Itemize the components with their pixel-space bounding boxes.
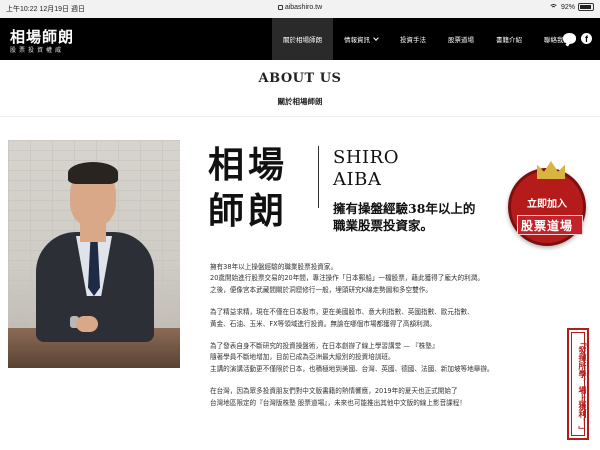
paragraph-line: 為了精益求精，現在不僅在日本股市，更在美國股市、意大利指數、英國指數、歐元指數、 bbox=[210, 308, 474, 317]
battery-percent: 92% bbox=[560, 3, 575, 11]
crown-icon bbox=[537, 161, 565, 179]
chevron-down-icon bbox=[373, 34, 379, 41]
line-icon[interactable] bbox=[563, 33, 576, 44]
english-name: SHIRO AIBA bbox=[333, 147, 399, 191]
nav-label-books: 書籍介紹 bbox=[496, 36, 522, 44]
paragraph-line: 黃金、石油、玉米、FX等領域進行投資。無論在哪個市場都獲得了高額利潤。 bbox=[210, 319, 436, 328]
site-header: 相場師朗 股票投資權威 關於相場師朗 情報資訊 投資手法 股票道場 書籍介紹 聯… bbox=[0, 18, 600, 60]
section-divider bbox=[0, 116, 600, 117]
nav-label-dojo: 股票道場 bbox=[448, 36, 474, 44]
paragraph-line: 在台灣，因為眾多投資朋友們對中文版書籍的熱情響應，2019年的夏天也正式開始了 bbox=[210, 387, 458, 396]
japanese-name: 相場 師朗 bbox=[208, 142, 308, 234]
lock-icon bbox=[277, 5, 283, 10]
slogan-banner: 「發揮所學，場上獲利！」 bbox=[567, 328, 589, 440]
nav-item-info[interactable]: 情報資訊 bbox=[333, 18, 389, 60]
status-right: 92% bbox=[548, 3, 594, 11]
paragraph-2: 為了精益求精，現在不僅在日本股市，更在美國股市、意大利指數、英國指數、歐元指數、… bbox=[210, 307, 540, 330]
tagline: 擁有操盤經驗38年以上的 職業股票投資家。 bbox=[333, 200, 475, 234]
site-logo-subtitle: 股票投資權威 bbox=[10, 47, 65, 54]
nav-item-method[interactable]: 投資手法 bbox=[389, 18, 437, 60]
nav-item-books[interactable]: 書籍介紹 bbox=[485, 18, 533, 60]
paragraph-line: 擁有38年以上操盤經驗的職業股票投資家。 bbox=[210, 263, 338, 271]
battery-icon bbox=[578, 3, 594, 11]
paragraph-3: 為了發表自身不斷研究的投資操盤術，在日本創辦了線上學習講堂 — 『株塾』 隨著學… bbox=[210, 341, 540, 375]
paragraph-1: 擁有38年以上操盤經驗的職業股票投資家。 20歲開始進行股票交易的20年間，專注… bbox=[210, 262, 540, 296]
tagline-line2: 職業股票投資家。 bbox=[333, 218, 434, 233]
about-subtitle: 關於相場師朗 bbox=[277, 97, 323, 106]
paragraph-line: 20歲開始進行股票交易的20年間，專注操作「日本郵船」一檔股票，藉此獲得了龐大的… bbox=[210, 274, 484, 283]
en-name-line1: SHIRO bbox=[333, 147, 399, 168]
nav-item-about[interactable]: 關於相場師朗 bbox=[272, 18, 333, 60]
address-bar[interactable]: aibashiro.tw bbox=[0, 4, 600, 11]
badge-line2: 股票道場 bbox=[520, 219, 573, 233]
paragraph-line: 為了發表自身不斷研究的投資操盤術，在日本創辦了線上學習講堂 — 『株塾』 bbox=[210, 342, 439, 351]
about-title: ABOUT US bbox=[258, 71, 342, 86]
nav-label-info: 情報資訊 bbox=[344, 36, 370, 44]
nav-label-about: 關於相場師朗 bbox=[283, 36, 322, 44]
jp-name-line1: 相場 bbox=[208, 144, 289, 186]
slogan-text: 「發揮所學，場上獲利！」 bbox=[578, 338, 588, 434]
facebook-icon[interactable]: f bbox=[581, 33, 592, 44]
portrait-photo bbox=[8, 140, 180, 368]
paragraph-line: 隨著學員不斷地增加，目前已成為亞洲最大級別的投資培訓班。 bbox=[210, 353, 395, 362]
nav-label-method: 投資手法 bbox=[400, 36, 426, 44]
jp-name-line2: 師朗 bbox=[208, 190, 289, 232]
tagline-line1: 擁有操盤經驗38年以上的 bbox=[333, 201, 476, 216]
social-links: f bbox=[563, 33, 592, 44]
paragraph-4: 在台灣，因為眾多投資朋友們對中文版書籍的熱情響應，2019年的夏天也正式開始了 … bbox=[210, 386, 540, 409]
paragraph-line: 台灣地區限定的『台灣版株塾 股票道場』，未來也可能推出其他中文版的線上影音課程！ bbox=[210, 398, 466, 407]
join-dojo-badge[interactable]: 立即加入 股票道場 bbox=[508, 161, 586, 246]
paragraph-line: 主講的演講活動更不僅限於日本，也積極地到美國、台灣、英國、德國、法國、新加坡等地… bbox=[210, 364, 494, 373]
name-divider bbox=[318, 146, 319, 208]
battery-fill bbox=[580, 5, 592, 9]
en-name-line2: AIBA bbox=[333, 169, 382, 190]
about-content: 擁有38年以上操盤經驗的職業股票投資家。 20歲開始進行股票交易的20年間，專注… bbox=[210, 262, 540, 420]
status-bar: 上午10:22 12月19日 週日 aibashiro.tw 92% bbox=[0, 0, 600, 18]
site-logo-title[interactable]: 相場師朗 bbox=[10, 26, 74, 47]
wifi-icon bbox=[548, 3, 558, 11]
paragraph-line: 之後，便像宮本武藏間關於洞窟修行一般，埋頭研究K線走勢圖和多空雙作。 bbox=[210, 285, 432, 294]
nav-item-dojo[interactable]: 股票道場 bbox=[437, 18, 485, 60]
badge-line1: 立即加入 bbox=[527, 199, 567, 210]
main-nav: 關於相場師朗 情報資訊 投資手法 股票道場 書籍介紹 聯絡我們 bbox=[272, 18, 581, 60]
address-url[interactable]: aibashiro.tw bbox=[285, 4, 322, 11]
